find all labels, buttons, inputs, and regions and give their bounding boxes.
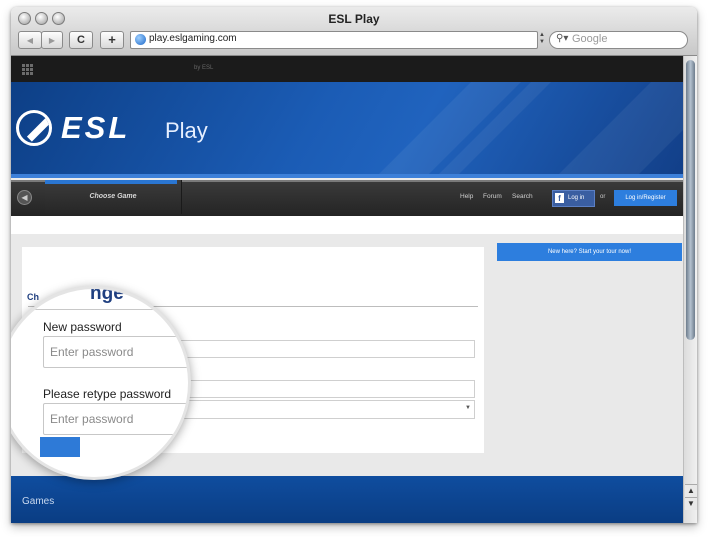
card-title-fragment: Ch [27,292,39,302]
by-esl-text: by ESL [194,65,214,71]
back-arrow-icon: ◀ [26,36,34,45]
forum-link[interactable]: Forum [483,193,502,200]
new-password-label: New password [43,320,122,334]
logo-play-text[interactable]: Play [165,118,208,144]
chevron-down-icon: ▼ [465,405,471,411]
search-placeholder: Google [572,33,608,45]
logo-esl-text[interactable]: ESL [61,110,130,146]
address-bar[interactable]: play.eslgaming.com [130,31,538,49]
esl-logo-icon[interactable] [16,110,52,146]
choose-game-tab[interactable]: Choose Game [45,180,182,214]
start-tour-button[interactable]: New here? Start your tour now! [497,243,682,261]
esl-top-bar: by ESL [11,56,683,82]
hero-divider [11,174,683,178]
footer: Games [11,476,683,523]
forward-arrow-icon: ▶ [48,36,56,45]
vertical-scrollbar[interactable]: ▲ ▼ [683,56,697,523]
scroll-up-icon[interactable]: ▲ [685,484,697,497]
scroll-down-icon[interactable]: ▼ [685,497,697,510]
or-text: or [600,194,606,200]
retype-password-placeholder: Enter password [50,412,134,426]
fb-login-label: Log in [568,195,585,201]
magnifier-icon: ⚲▾ [556,33,569,44]
reload-button[interactable]: C [69,31,93,49]
facebook-login-button[interactable]: f Log in [552,190,595,207]
forward-button[interactable]: ▶ [41,31,63,49]
retype-password-label: Please retype password [43,387,172,401]
search-link[interactable]: Search [512,193,533,200]
footer-games-link[interactable]: Games [22,496,54,507]
choose-game-label: Choose Game [89,193,137,200]
add-bookmark-button[interactable]: + [100,31,124,49]
globe-icon [135,34,146,45]
url-text: play.eslgaming.com [149,33,237,44]
scroll-thumb[interactable] [686,60,695,340]
search-field[interactable]: ⚲▾ Google [549,31,688,49]
new-password-placeholder: Enter password [50,345,134,359]
reload-icon: C [77,34,85,46]
page-viewport: by ESL ESL Play ◀ Choose Game Help Forum… [11,56,683,523]
url-menu-icon[interactable]: ▲▼ [539,32,545,46]
hero-banner: ESL Play [11,82,683,178]
browser-window: ESL Play ◀ ▶ C + play.eslgaming.com ▲▼ ⚲… [11,7,697,523]
back-button[interactable]: ◀ [18,31,42,49]
globe-nav-icon[interactable]: ◀ [17,190,32,205]
retype-password-field[interactable]: Enter password [43,403,188,435]
magnified-title-fragment: nge [90,286,124,304]
help-link[interactable]: Help [460,193,473,200]
facebook-icon: f [555,193,564,203]
login-register-button[interactable]: Log in/Register [614,190,677,206]
magnified-save-button[interactable] [40,437,80,457]
main-nav: ◀ Choose Game Help Forum Search f Log in… [11,180,683,216]
title-bar: ESL Play ◀ ▶ C + play.eslgaming.com ▲▼ ⚲… [11,7,697,56]
new-password-field[interactable]: Enter password [43,336,188,368]
magnified-divider [11,309,188,310]
window-title: ESL Play [328,12,380,26]
plus-icon: + [108,32,116,47]
apps-grid-icon[interactable] [22,64,33,75]
